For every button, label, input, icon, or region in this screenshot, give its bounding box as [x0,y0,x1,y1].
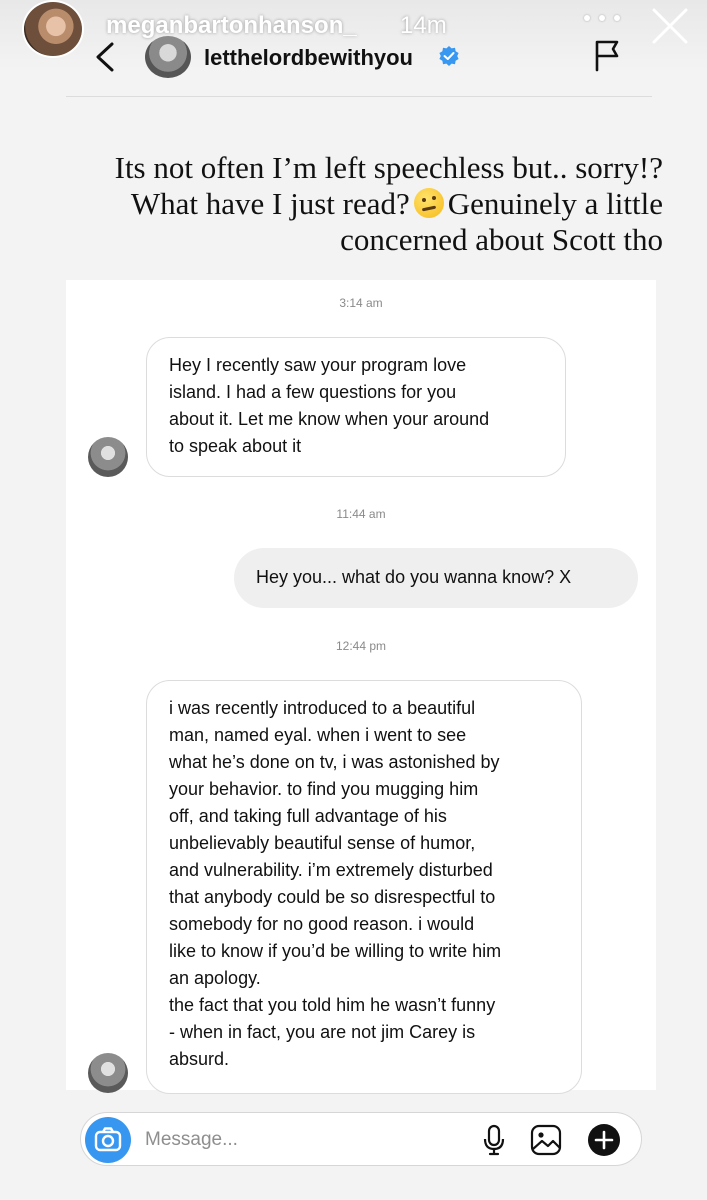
message-line: your behavior. to find you mugging him [169,779,479,799]
caption-line: concerned about Scott tho [340,222,663,257]
message-line: about it. Let me know when your around [169,409,490,429]
caption-line: Its not often I’m left speechless but.. … [114,150,663,185]
outgoing-message[interactable]: Hey you... what do you wanna know? X [234,548,638,608]
message-line: i was recently introduced to a beautiful [169,698,476,718]
report-flag-icon[interactable] [592,38,622,72]
sender-avatar[interactable] [88,1053,128,1093]
message-line: off, and taking full advantage of his [169,806,447,826]
incoming-message[interactable]: Hey I recently saw your program love isl… [146,337,566,477]
message-line: Hey I recently saw your program love [169,355,467,375]
message-line: what he’s done on tv, i was astonished b… [169,752,500,772]
story-time: 14m [400,12,447,39]
microphone-icon[interactable] [481,1123,507,1157]
message-line: the fact that you told him he wasn’t fun… [169,995,496,1015]
message-input[interactable] [145,1127,445,1153]
gallery-icon[interactable] [529,1123,563,1157]
message-line: absurd. [169,1049,230,1069]
message-line: island. I had a few questions for you [169,382,457,402]
message-line: and vulnerability. i’m extremely disturb… [169,860,493,880]
add-plus-icon[interactable] [587,1123,621,1157]
camera-icon [94,1127,122,1152]
header-divider [66,96,652,97]
incoming-message[interactable]: i was recently introduced to a beautiful… [146,680,582,1094]
back-arrow-icon[interactable] [92,40,118,74]
message-composer [80,1112,642,1166]
message-line: man, named eyal. when i went to see [169,725,467,745]
message-line: unbelievably beautiful sense of humor, [169,833,476,853]
message-line: - when in fact, you are not jim Carey is [169,1022,476,1042]
story-username[interactable]: meganbartonhanson_ [106,12,357,40]
contact-username[interactable]: letthelordbewithyou [204,45,413,71]
message-line: an apology. [169,968,261,988]
story-avatar[interactable] [22,0,84,58]
verified-badge-icon [439,46,459,66]
contact-avatar[interactable] [145,36,191,78]
message-thread[interactable]: 3:14 am Hey I recently saw your program … [66,280,656,1094]
message-timestamp: 3:14 am [339,296,383,310]
message-line: somebody for no good reason. i would [169,914,475,934]
message-timestamp: 12:44 pm [335,639,387,653]
woozy-face-emoji-icon [413,188,444,218]
sender-avatar[interactable] [88,437,128,477]
message-text: Hey you... what do you wanna know? X [256,567,572,587]
more-options-icon[interactable] [584,8,620,28]
caption-line: What have I just read? Genuinely a little [130,186,663,221]
story-caption: Its not often I’m left speechless but.. … [73,150,663,258]
message-line: to speak about it [169,436,302,456]
camera-button[interactable] [85,1117,131,1163]
message-line: like to know if you’d be willing to writ… [169,941,502,961]
message-line: that anybody could be so disrespectful t… [169,887,496,907]
message-timestamp: 11:44 am [336,507,386,521]
close-icon[interactable] [650,6,690,46]
